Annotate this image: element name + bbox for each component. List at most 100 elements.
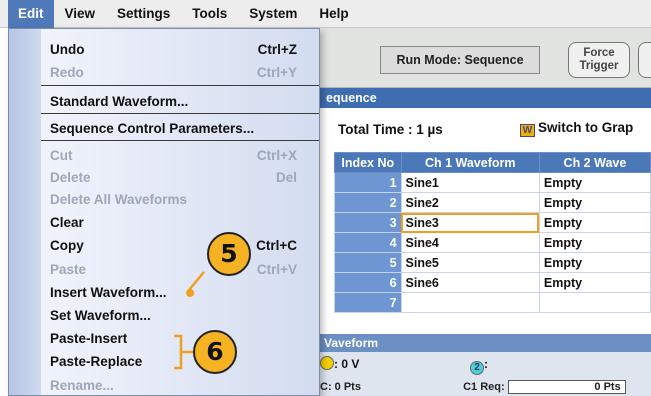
ch2-waveform-cell[interactable]: Empty	[538, 212, 651, 233]
menu-item-clear[interactable]: Clear	[41, 212, 319, 233]
ch1-waveform-cell[interactable]: Sine5	[400, 252, 540, 273]
callout-step-5: 5	[207, 232, 251, 276]
menu-item-label: Delete	[50, 170, 91, 185]
menu-system[interactable]: System	[238, 0, 308, 28]
menu-tools[interactable]: Tools	[181, 0, 238, 28]
table-row[interactable]: 1 Sine1 Empty	[334, 172, 651, 193]
menu-separator	[41, 113, 319, 114]
sequence-window-title: equence	[320, 88, 651, 108]
points-row: C: 0 Pts C1 Req: 0 Pts	[320, 380, 626, 394]
ch2-waveform-cell[interactable]: Empty	[538, 272, 651, 293]
menu-item-shortcut: Ctrl+X	[256, 148, 297, 163]
waveform-panel: : 0 V 2: C: 0 Pts C1 Req: 0 Pts	[320, 352, 651, 396]
menu-item-label: Paste-Replace	[50, 354, 143, 369]
menu-item-label: Cut	[50, 148, 73, 163]
menu-item-shortcut: Ctrl+Y	[256, 65, 297, 80]
ch2-waveform-cell[interactable]	[538, 292, 651, 313]
points-field[interactable]: 0 Pts	[507, 380, 626, 394]
table-row[interactable]: 7	[334, 292, 651, 313]
menu-item-rename[interactable]: Rename...	[41, 375, 319, 396]
menu-item-label: Redo	[50, 65, 84, 80]
row-index-cell[interactable]: 1	[334, 172, 402, 193]
menu-item-label: Paste-Insert	[50, 331, 128, 346]
row-index-cell[interactable]: 5	[334, 252, 402, 273]
ch2-waveform-cell[interactable]: Empty	[538, 172, 651, 193]
ch1-waveform-cell[interactable]: Sine6	[400, 272, 540, 293]
row-index-cell[interactable]: 2	[334, 192, 402, 213]
menu-item-set-waveform[interactable]: Set Waveform...	[41, 305, 319, 326]
table-row[interactable]: 3 Sine3 Empty	[334, 212, 651, 233]
menu-item-label: Insert Waveform...	[50, 285, 167, 300]
column-header-index[interactable]: Index No	[334, 152, 402, 173]
table-row[interactable]: 2 Sine2 Empty	[334, 192, 651, 213]
toolbar: Run Mode: Sequence Force Trigger	[320, 28, 651, 88]
menu-view[interactable]: View	[54, 0, 107, 28]
column-header-ch2[interactable]: Ch 2 Wave	[538, 152, 651, 173]
menu-item-label: Standard Waveform...	[50, 94, 189, 109]
channel-values-row: : 0 V 2:	[320, 356, 488, 375]
menu-item-delete-all-waveforms[interactable]: Delete All Waveforms	[41, 189, 319, 210]
callout-5-leader	[188, 271, 205, 291]
ch2-waveform-cell[interactable]: Empty	[538, 232, 651, 253]
channel-2-value: :	[484, 357, 489, 371]
menu-bar: Edit View Settings Tools System Help	[0, 0, 651, 28]
menu-item-label: Rename...	[50, 378, 114, 393]
table-row[interactable]: 4 Sine4 Empty	[334, 232, 651, 253]
ch1-waveform-cell[interactable]: Sine3	[400, 212, 540, 233]
channel-1-value: : 0 V	[334, 357, 360, 371]
menu-item-sequence-control-parameters[interactable]: Sequence Control Parameters...	[41, 118, 319, 139]
column-header-ch1[interactable]: Ch 1 Waveform	[400, 152, 540, 173]
channel-2-icon: 2	[470, 361, 485, 375]
menu-item-undo[interactable]: Undo Ctrl+Z	[41, 39, 319, 60]
menu-item-label: Set Waveform...	[50, 308, 151, 323]
menu-icon-strip	[9, 29, 41, 395]
run-mode-button[interactable]: Run Mode: Sequence	[380, 46, 540, 74]
ch2-waveform-cell[interactable]: Empty	[538, 192, 651, 213]
menu-item-shortcut: Del	[275, 170, 297, 185]
menu-edit[interactable]: Edit	[8, 0, 54, 28]
table-row[interactable]: 6 Sine6 Empty	[334, 272, 651, 293]
menu-item-label: Paste	[50, 262, 87, 277]
toolbar-next-button[interactable]	[638, 42, 651, 78]
points-left-label: C: 0 Pts	[320, 381, 361, 393]
sequence-window: Total Time : 1 µs W Switch to Grap Index …	[320, 108, 651, 334]
menu-item-delete[interactable]: Delete Del	[41, 167, 319, 188]
menu-item-label: Undo	[50, 42, 85, 57]
ch1-waveform-cell[interactable]: Sine1	[400, 172, 540, 193]
menu-item-cut[interactable]: Cut Ctrl+X	[41, 145, 319, 166]
ch2-waveform-cell[interactable]: Empty	[538, 252, 651, 273]
switch-to-graph-button[interactable]: W Switch to Grap	[520, 120, 633, 137]
waveform-icon: W	[520, 124, 535, 137]
menu-item-copy[interactable]: Copy Ctrl+C	[41, 235, 319, 256]
menu-item-label: Sequence Control Parameters...	[50, 121, 255, 136]
app-window: Edit View Settings Tools System Help Run…	[0, 0, 651, 396]
menu-separator	[41, 140, 319, 141]
menu-settings[interactable]: Settings	[106, 0, 181, 28]
total-time-label: Total Time : 1 µs	[338, 122, 443, 137]
row-index-cell[interactable]: 4	[334, 232, 402, 253]
ch1-waveform-cell[interactable]: Sine4	[400, 232, 540, 253]
edit-dropdown-menu: Undo Ctrl+Z Redo Ctrl+Y Standard Waveform...…	[8, 28, 320, 396]
table-row[interactable]: 5 Sine5 Empty	[334, 252, 651, 273]
switch-to-graph-label: Switch to Grap	[538, 120, 634, 135]
menu-item-redo[interactable]: Redo Ctrl+Y	[41, 62, 319, 83]
channel-1-icon	[320, 356, 334, 370]
row-index-cell[interactable]: 6	[334, 272, 402, 293]
menu-separator	[41, 85, 319, 86]
menu-item-standard-waveform[interactable]: Standard Waveform...	[41, 91, 319, 112]
menu-item-label: Clear	[50, 215, 84, 230]
c1-req-label: C1 Req:	[463, 381, 505, 393]
sequence-table: Index No Ch 1 Waveform Ch 2 Wave 1 Sine1 E…	[334, 152, 651, 313]
table-header-row: Index No Ch 1 Waveform Ch 2 Wave	[334, 152, 651, 173]
force-trigger-button[interactable]: Force Trigger	[568, 42, 630, 78]
row-index-cell[interactable]: 7	[334, 292, 402, 313]
row-index-cell[interactable]: 3	[334, 212, 402, 233]
ch1-waveform-cell[interactable]	[400, 292, 540, 313]
menu-help[interactable]: Help	[308, 0, 359, 28]
waveform-panel-title: Vaveform	[320, 334, 651, 352]
menu-item-shortcut: Ctrl+C	[256, 238, 297, 253]
callout-step-6: 6	[193, 330, 237, 374]
ch1-waveform-cell[interactable]: Sine2	[400, 192, 540, 213]
menu-item-label: Copy	[50, 238, 84, 253]
menu-item-shortcut: Ctrl+Z	[257, 42, 297, 57]
